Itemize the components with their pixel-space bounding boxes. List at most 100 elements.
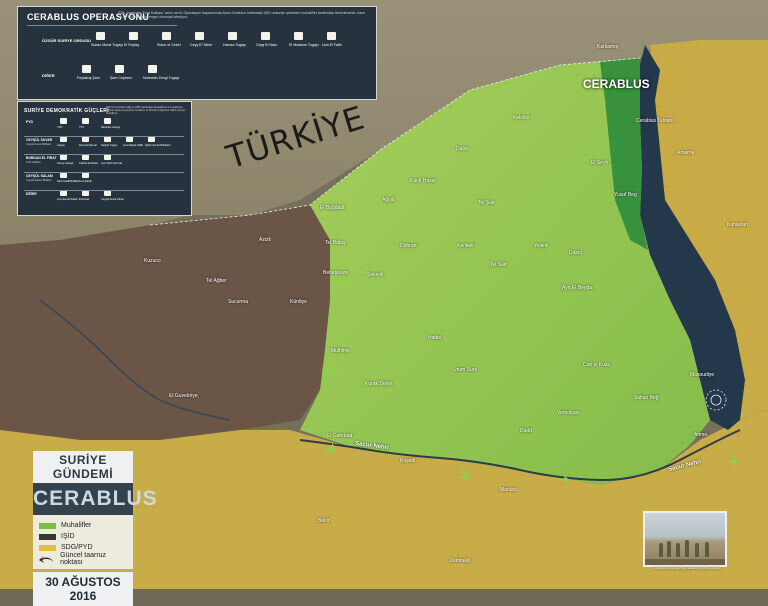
faction-label: Ceyş El Tahrir bbox=[190, 43, 213, 47]
faction-label: Sukur el Cebel bbox=[157, 43, 181, 47]
legend-item: IŞİD bbox=[39, 531, 127, 542]
flag-icon bbox=[148, 65, 157, 73]
place-label: Amarne bbox=[677, 150, 695, 156]
photo bbox=[643, 511, 727, 567]
faction-label: YPJ bbox=[79, 126, 84, 129]
place-label: Tel Bataş bbox=[325, 240, 346, 246]
faction-group-sub: Fırat Volkanı bbox=[26, 161, 41, 164]
place-label: Arima bbox=[694, 432, 708, 438]
place-label: Keklice bbox=[513, 115, 530, 121]
faction-label: Şems El Şemal bbox=[79, 144, 97, 147]
faction-label: Nureddin Zengi Tugayı bbox=[143, 76, 180, 80]
faction-label: Kuzey Güneşi bbox=[57, 162, 74, 165]
faction-label: YPG bbox=[57, 126, 63, 129]
crest-icon bbox=[228, 32, 237, 40]
place-label: Tel Sair bbox=[490, 262, 507, 268]
place-label: Yusuf Beg bbox=[614, 192, 637, 198]
place-label: Bebegesze bbox=[323, 270, 349, 276]
place-label: Cub el Kusu bbox=[583, 362, 611, 368]
emblem-icon bbox=[60, 118, 67, 124]
place-label: Azizli bbox=[259, 237, 271, 243]
faction-label: Ceyşül Suvar Ahrarı bbox=[101, 198, 125, 201]
map-title: CERABLUS bbox=[33, 483, 157, 515]
legend: Muhalifler IŞİD SDG/PYD Güncel taarruz n… bbox=[33, 515, 133, 569]
faction-group-sub: Ceyşül Salam Birlikleri bbox=[26, 179, 52, 182]
city-label: CERABLUS bbox=[583, 77, 650, 91]
faction-group-label: PYD bbox=[26, 120, 33, 124]
place-label: Masoudiye bbox=[690, 372, 715, 378]
faction-label: Nepenler Asayiş bbox=[101, 126, 120, 129]
faction-label: Sultan Murat Tugayı bbox=[91, 43, 124, 47]
badge-icon bbox=[294, 32, 303, 40]
place-label: Kerikeli bbox=[457, 243, 474, 249]
emblem-icon bbox=[82, 118, 89, 124]
place-label: Maruba bbox=[500, 487, 517, 493]
sdf-panel: SURİYE DEMOKRATİK GÜÇLERİ PYD'nin öncülü… bbox=[17, 101, 192, 216]
emblem-icon bbox=[162, 32, 171, 40]
shield-icon bbox=[96, 32, 105, 40]
faction-label: Selçuk Tugayı bbox=[101, 144, 118, 147]
emblem-icon bbox=[104, 118, 111, 124]
faction-label: Liva Selçuk Saffe bbox=[123, 144, 143, 147]
place-label: Dudd bbox=[520, 428, 532, 434]
place-label: Dobran bbox=[400, 243, 417, 249]
group-label: ÖZGÜR SURİYE ORDUSU bbox=[42, 38, 91, 43]
sdf-panel-description: PYD'nin öncülük ettiği ve ABD tarafından… bbox=[106, 106, 186, 116]
place-label: El Bağdadi bbox=[320, 205, 345, 211]
faction-group-label: CEYŞÜL SALAM bbox=[26, 174, 53, 178]
faction-label: Hamza Tugayı bbox=[223, 43, 247, 47]
place-label: Mulhime bbox=[331, 348, 350, 354]
place-label: Kuzuco bbox=[144, 258, 161, 264]
faction-group-label: DİĞER bbox=[26, 192, 37, 196]
faction-label: Sicul Kaafil Birlikleri bbox=[57, 180, 80, 183]
torch-icon bbox=[327, 32, 336, 40]
place-label: El Şeyh bbox=[591, 160, 609, 166]
faction-label: Ceyş El Nasr bbox=[256, 43, 277, 47]
wing-icon bbox=[261, 32, 270, 40]
shield-icon bbox=[115, 65, 124, 73]
legend-item: Muhalifler bbox=[39, 520, 127, 531]
faction-label: Cabhat El Akrad bbox=[79, 162, 98, 165]
place-label: Bekir bbox=[318, 518, 330, 524]
place-label: Urum Sura bbox=[453, 367, 478, 373]
faction-label: El Feylaq bbox=[124, 43, 139, 47]
place-label: Vernolgan bbox=[557, 410, 580, 416]
emblem-icon bbox=[82, 65, 91, 73]
place-label: Sucurma bbox=[228, 299, 249, 305]
operation-panel: CERABLUS OPERASYONU TSK, harekata 'Fırat… bbox=[17, 6, 377, 100]
faction-group-label: BURKAN EL FIRAT bbox=[26, 156, 57, 160]
star-icon bbox=[195, 32, 204, 40]
place-label: El Guvebriye bbox=[169, 393, 198, 399]
faction-group-label: CEYŞÜL SUVAR bbox=[26, 138, 53, 142]
faction-label: Asayiş bbox=[57, 144, 65, 147]
sdf-panel-title: SURİYE DEMOKRATİK GÜÇLERİ bbox=[24, 108, 109, 114]
place-label: Dabiq bbox=[569, 250, 583, 256]
operation-panel-description: TSK, harekata 'Fırat Kalkanı' adını verd… bbox=[118, 11, 365, 20]
place-label: Ağyal bbox=[382, 197, 395, 203]
flag-icon bbox=[129, 32, 138, 40]
place-label: Sekenli bbox=[367, 272, 384, 278]
place-label: Kanlı Hasar bbox=[410, 178, 437, 184]
place-label: Sultan Beğ bbox=[634, 395, 659, 401]
faction-group-sub: Ceyşül Suvar Birlikleri bbox=[26, 143, 52, 146]
faction-label: Liva Şemal Saldiz bbox=[57, 198, 78, 201]
brand-header: SURİYE GÜNDEMİ bbox=[33, 451, 133, 483]
place-label: Dabis bbox=[456, 146, 469, 152]
place-label: Zembekli bbox=[450, 558, 471, 564]
place-label: Tel Şair bbox=[478, 200, 495, 206]
place-label: Tel Ağber bbox=[206, 278, 227, 284]
group-label: DİĞER bbox=[42, 73, 55, 78]
place-label: Kürdiye bbox=[290, 299, 307, 305]
faction-label: El Ansari bbox=[79, 198, 90, 201]
date-label: 30 AĞUSTOS 2016 bbox=[33, 572, 133, 606]
place-label: Kuşerli bbox=[400, 458, 416, 464]
legend-item: Güncel taarruz noktası bbox=[39, 552, 127, 566]
faction-label: Şahin Suvari Bölükleri bbox=[145, 144, 171, 147]
faction-label: Liva Tehrir El Fırat bbox=[101, 162, 122, 165]
place-label: Cerablus Tahtani bbox=[636, 118, 674, 124]
attack-arrow-icon bbox=[39, 555, 54, 563]
faction-label: Liva El Fatih bbox=[322, 43, 342, 47]
faction-label: Feylakuş Şam bbox=[77, 76, 100, 80]
photo-caption: Cerablus kırsalında Türk tankları ve ÖSO… bbox=[653, 566, 721, 570]
place-label: El Gendara bbox=[327, 433, 353, 439]
